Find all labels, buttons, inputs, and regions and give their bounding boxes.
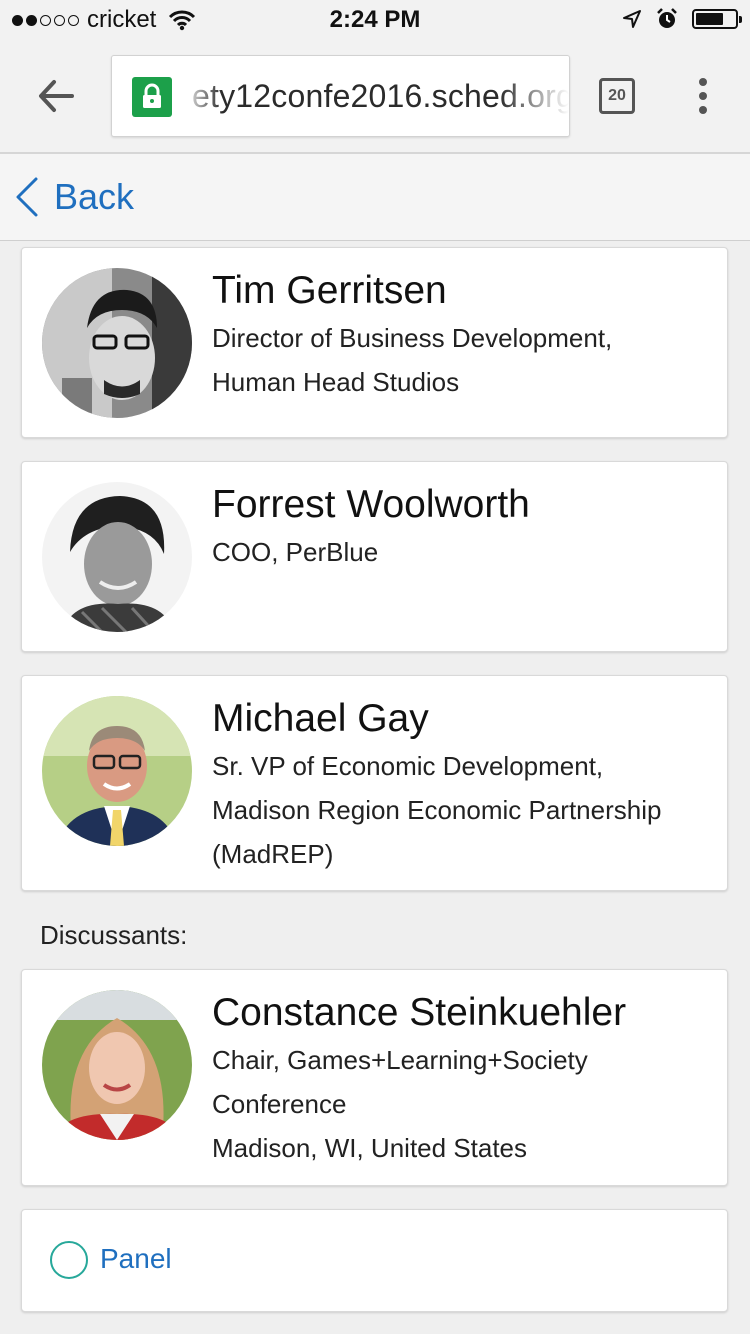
back-link[interactable]: Back — [14, 176, 134, 218]
speaker-name: Forrest Woolworth — [212, 483, 530, 526]
avatar — [42, 268, 192, 418]
discussant-card[interactable]: Constance Steinkuehler Chair, Games+Lear… — [21, 969, 728, 1186]
speaker-title: COO, PerBlue — [212, 537, 379, 567]
session-type-circle-icon — [50, 1241, 88, 1279]
session-type-label[interactable]: Panel — [100, 1243, 172, 1275]
discussant-title: Chair, Games+Learning+Society — [212, 1045, 588, 1075]
status-right — [622, 8, 742, 30]
speaker-card[interactable]: Michael Gay Sr. VP of Economic Developme… — [21, 675, 728, 891]
status-bar: cricket 2:24 PM — [0, 0, 750, 40]
browser-toolbar: ety12confe2016.sched.org 20 — [0, 40, 750, 154]
speaker-title: Sr. VP of Economic Development, — [212, 751, 604, 781]
speaker-organization-abbrev: (MadREP) — [212, 839, 334, 869]
session-type-card[interactable]: Panel — [21, 1209, 728, 1312]
overflow-menu-icon[interactable] — [698, 78, 708, 116]
discussant-name: Constance Steinkuehler — [212, 991, 627, 1034]
speaker-title: Director of Business Development, — [212, 323, 613, 353]
battery-icon — [692, 9, 742, 29]
location-arrow-icon — [623, 10, 641, 28]
avatar — [42, 990, 192, 1140]
speaker-organization: Human Head Studios — [212, 367, 460, 397]
speaker-info: Tim Gerritsen Director of Business Devel… — [212, 266, 712, 404]
address-bar[interactable]: ety12confe2016.sched.org — [111, 55, 570, 137]
discussant-info: Constance Steinkuehler Chair, Games+Lear… — [212, 988, 712, 1170]
avatar — [42, 696, 192, 846]
speaker-organization: Madison Region Economic Partnership — [212, 795, 662, 825]
alarm-icon — [657, 8, 677, 28]
avatar — [42, 482, 192, 632]
discussant-title-cont: Conference — [212, 1089, 347, 1119]
speaker-info: Michael Gay Sr. VP of Economic Developme… — [212, 694, 712, 876]
speaker-name: Michael Gay — [212, 697, 429, 740]
browser-back-icon[interactable] — [36, 74, 78, 118]
back-label: Back — [54, 176, 135, 217]
speaker-info: Forrest Woolworth COO, PerBlue — [212, 480, 712, 574]
tab-switcher-button[interactable]: 20 — [599, 78, 635, 114]
battery-level — [696, 13, 723, 25]
speaker-card[interactable]: Tim Gerritsen Director of Business Devel… — [21, 247, 728, 438]
speaker-name: Tim Gerritsen — [212, 269, 447, 312]
discussant-location: Madison, WI, United States — [212, 1133, 528, 1163]
lock-icon — [132, 77, 172, 117]
discussants-heading: Discussants: — [40, 920, 188, 950]
page-nav-bar: Back — [0, 154, 750, 241]
chevron-left-icon — [16, 177, 38, 217]
speaker-card[interactable]: Forrest Woolworth COO, PerBlue — [21, 461, 728, 652]
